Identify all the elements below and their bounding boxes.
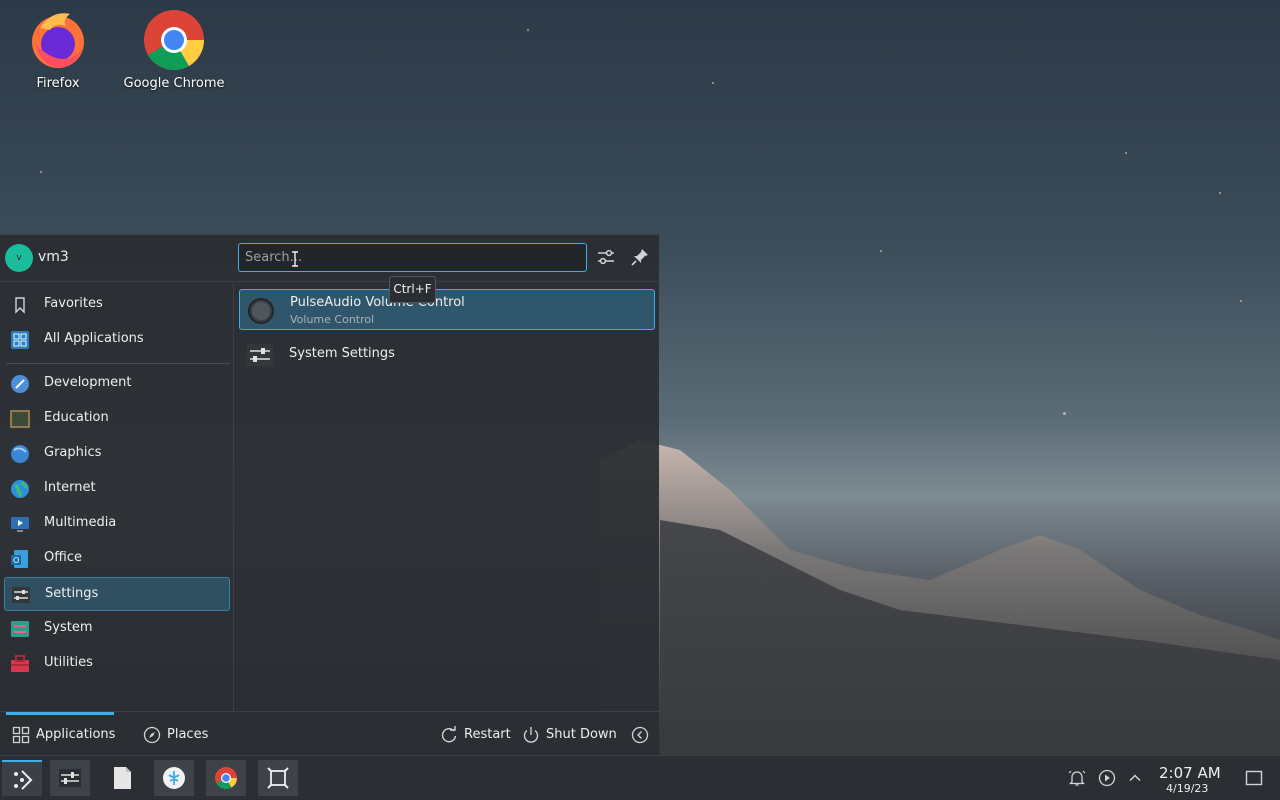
shutdown-button[interactable]: Shut Down	[522, 712, 617, 757]
restart-label: Restart	[464, 727, 511, 742]
tab-label: Applications	[36, 727, 116, 742]
sidebar-item-education[interactable]: Education	[4, 402, 230, 436]
notifications-icon[interactable]	[1068, 769, 1086, 787]
svg-text:O: O	[13, 556, 19, 565]
graphics-icon	[11, 445, 29, 463]
shortcut-tooltip: Ctrl+F	[389, 276, 436, 303]
chrome-icon	[144, 10, 204, 71]
show-desktop-icon[interactable]	[1245, 769, 1263, 787]
taskbar-file-manager[interactable]	[102, 760, 142, 796]
office-icon: O	[11, 550, 28, 568]
user-name: vm3	[38, 249, 69, 265]
sidebar-divider	[6, 363, 230, 364]
sidebar-item-development[interactable]: Development	[4, 367, 230, 401]
result-title: System Settings	[289, 346, 395, 361]
sidebar-item-internet[interactable]: Internet	[4, 472, 230, 506]
sidebar-item-label: Multimedia	[44, 515, 117, 530]
sidebar-item-label: System	[44, 620, 93, 635]
sidebar-item-label: Internet	[44, 480, 96, 495]
taskbar-discover[interactable]	[154, 760, 194, 796]
sidebar-item-graphics[interactable]: Graphics	[4, 437, 230, 471]
development-icon	[11, 375, 29, 393]
kde-launcher-icon	[14, 770, 33, 790]
taskbar-google-chrome[interactable]	[206, 760, 246, 796]
avatar[interactable]: v	[5, 244, 33, 272]
discover-icon	[163, 767, 185, 789]
desktop-icon-firefox[interactable]: Firefox	[3, 8, 113, 91]
chevron-left-icon	[631, 726, 649, 744]
taskbar-system-settings[interactable]	[50, 760, 90, 796]
restart-button[interactable]: Restart	[440, 712, 511, 757]
bookmark-icon	[15, 297, 25, 314]
document-icon	[114, 767, 131, 789]
sidebar-item-all-applications[interactable]: All Applications	[4, 323, 230, 357]
desktop-icon-label: Google Chrome	[123, 76, 225, 91]
sidebar-item-label: Utilities	[44, 655, 93, 670]
tab-applications[interactable]: Applications	[6, 712, 116, 757]
globe-icon	[11, 480, 29, 498]
result-item-pulseaudio[interactable]: PulseAudio Volume Control Volume Control	[239, 289, 655, 330]
desktop-icon-label: Firefox	[36, 76, 80, 91]
desktop-icon-chrome[interactable]: Google Chrome	[119, 8, 229, 91]
media-player-icon[interactable]	[1098, 769, 1116, 787]
configure-icon[interactable]	[595, 246, 617, 268]
compass-icon	[143, 726, 161, 744]
sidebar-item-favorites[interactable]: Favorites	[4, 288, 230, 322]
result-item-system-settings[interactable]: System Settings	[239, 334, 655, 375]
system-icon	[11, 621, 29, 637]
firefox-icon	[32, 13, 84, 68]
settings-icon	[12, 587, 30, 603]
multimedia-icon	[11, 517, 29, 532]
launcher-header: v vm3	[0, 235, 659, 282]
education-icon	[10, 410, 30, 428]
sidebar-item-office[interactable]: O Office	[4, 542, 230, 576]
sidebar-item-label: Education	[44, 410, 109, 425]
chevron-up-icon[interactable]	[1126, 769, 1144, 787]
sidebar-item-system[interactable]: System	[4, 612, 230, 646]
launcher-footer: Applications Places Restart Shut Down	[0, 711, 659, 756]
tab-places[interactable]: Places	[143, 712, 213, 757]
results-list: PulseAudio Volume Control Volume Control…	[235, 283, 659, 711]
system-settings-icon	[59, 769, 81, 787]
taskbar-window-manager[interactable]	[258, 760, 298, 796]
sidebar-item-label: Development	[44, 375, 132, 390]
restart-icon	[441, 726, 457, 743]
result-title: PulseAudio Volume Control	[290, 295, 465, 310]
sidebar-item-multimedia[interactable]: Multimedia	[4, 507, 230, 541]
sidebar-item-settings[interactable]: Settings	[4, 577, 230, 611]
leave-menu-button[interactable]	[631, 712, 649, 757]
application-launcher: v vm3 Favorites All Applications	[0, 234, 659, 755]
text-cursor-icon	[292, 251, 298, 267]
pin-icon[interactable]	[629, 246, 651, 268]
sidebar-item-label: Favorites	[44, 296, 103, 311]
sidebar-item-label: All Applications	[44, 331, 144, 346]
result-subtitle: Volume Control	[290, 313, 375, 326]
volume-knob-icon	[248, 298, 274, 324]
tab-label: Places	[167, 727, 209, 742]
sidebar-item-label: Settings	[45, 586, 99, 601]
category-sidebar: Favorites All Applications Development E…	[0, 283, 234, 711]
system-settings-icon	[247, 344, 273, 366]
window-frame-icon	[267, 767, 289, 789]
taskbar: 2:07 AM 4/19/23	[0, 755, 1280, 800]
sidebar-item-label: Office	[44, 550, 82, 565]
application-launcher-button[interactable]	[2, 760, 42, 796]
shutdown-label: Shut Down	[546, 727, 617, 742]
power-icon	[523, 727, 539, 743]
clock-time[interactable]: 2:07 AM	[1159, 764, 1221, 782]
sidebar-item-label: Graphics	[44, 445, 102, 460]
clock-date[interactable]: 4/19/23	[1166, 782, 1208, 795]
toolbox-icon	[11, 655, 29, 672]
grid-icon	[12, 726, 30, 744]
grid-icon	[11, 331, 29, 349]
sidebar-item-utilities[interactable]: Utilities	[4, 647, 230, 681]
chrome-icon	[215, 767, 237, 789]
